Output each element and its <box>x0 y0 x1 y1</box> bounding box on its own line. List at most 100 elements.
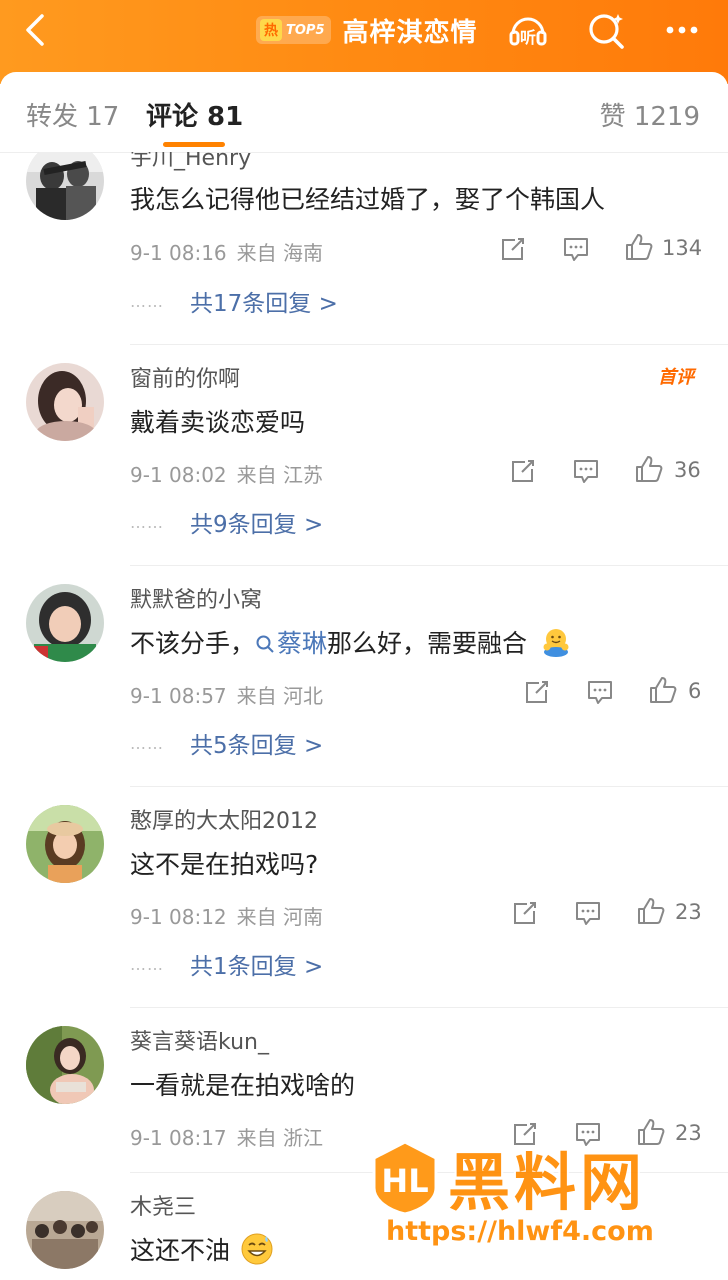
comment-meta: 9-1 08:12 来自 河南 <box>130 901 323 930</box>
avatar[interactable] <box>26 805 104 883</box>
like-count: 23 <box>675 900 702 924</box>
comment-time: 9-1 08:12 <box>130 905 227 929</box>
reply-count: 共17条回复 > <box>190 291 338 317</box>
username[interactable]: 宇川_Henry <box>130 152 251 172</box>
comment-item: 葵言葵语kun_ 一看就是在拍戏啥的 9-1 08:17 来自 浙江 23 <box>0 1008 728 1173</box>
comment-icon[interactable] <box>571 456 601 486</box>
comment-meta: 9-1 08:57 来自 河北 <box>130 680 323 709</box>
topic-title: 高梓淇恋情 <box>342 17 478 48</box>
comment-time: 9-1 08:17 <box>130 1126 227 1150</box>
comment-time: 9-1 08:16 <box>130 241 227 265</box>
comment-time: 9-1 08:57 <box>130 684 227 708</box>
like-icon[interactable] <box>624 232 654 262</box>
reply-count: 共5条回复 > <box>190 733 324 759</box>
reply-dots: …… <box>130 291 164 311</box>
comment-item: 窗前的你啊 首评 戴着卖谈恋爱吗 9-1 08:02 来自 江苏 36 …… 共… <box>0 345 728 566</box>
comment-source: 来自 江苏 <box>236 463 324 487</box>
reply-count: 共1条回复 > <box>190 954 324 980</box>
back-icon[interactable] <box>18 12 54 48</box>
refresh-search-button[interactable] <box>584 8 628 52</box>
comment-meta: 9-1 08:17 来自 浙江 <box>130 1122 323 1151</box>
comment-item: 憨厚的大太阳2012 这不是在拍戏吗? 9-1 08:12 来自 河南 23 …… <box>0 787 728 1008</box>
comment-sheet: 转发 17 评论 81 赞 1219 宇川_Henry 我怎么记得他已经结过婚了… <box>0 72 728 1280</box>
share-icon[interactable] <box>510 1119 540 1149</box>
more-button[interactable] <box>660 8 704 52</box>
username[interactable]: 默默爸的小窝 <box>130 582 262 614</box>
comment-source: 来自 浙江 <box>236 1126 324 1150</box>
username[interactable]: 葵言葵语kun_ <box>130 1024 269 1056</box>
comment-meta: 9-1 08:16 来自 海南 <box>130 237 323 266</box>
share-icon[interactable] <box>508 456 538 486</box>
like-icon[interactable] <box>636 896 666 926</box>
like-count: 6 <box>688 679 702 703</box>
hug-emoji <box>543 629 569 657</box>
like-icon[interactable] <box>634 454 664 484</box>
comment-text-main: 这还不油 <box>130 1236 231 1265</box>
comment-icon[interactable] <box>561 234 591 264</box>
share-icon[interactable] <box>510 898 540 928</box>
comment-source: 来自 海南 <box>236 241 324 265</box>
avatar[interactable] <box>26 363 104 441</box>
comment-text: 不该分手， 蔡琳那么好，需要融合 <box>130 624 571 660</box>
like-count: 36 <box>674 458 701 482</box>
hot-topic-header[interactable]: 热 TOP5 高梓淇恋情 <box>256 12 478 48</box>
tab-bar: 转发 17 评论 81 赞 1219 <box>0 72 728 152</box>
comment-text: 我怎么记得他已经结过婚了，娶了个韩国人 <box>130 185 606 214</box>
comment-icon[interactable] <box>573 898 603 928</box>
like-count: 23 <box>675 1121 702 1145</box>
username[interactable]: 窗前的你啊 <box>130 361 240 393</box>
tab-repost[interactable]: 转发 17 <box>26 96 119 133</box>
topic-name: 蔡琳 <box>277 629 328 658</box>
comment-text: 这还不油 <box>130 1231 274 1267</box>
comment-text: 这不是在拍戏吗? <box>130 850 319 879</box>
tab-likes[interactable]: 赞 1219 <box>600 96 700 133</box>
listen-icon: 听 <box>509 17 547 47</box>
active-tab-indicator <box>163 142 225 147</box>
comment-source: 来自 河南 <box>236 905 324 929</box>
comment-list[interactable]: 宇川_Henry 我怎么记得他已经结过婚了，娶了个韩国人 9-1 08:16 来自… <box>0 152 728 1280</box>
share-icon[interactable] <box>522 677 552 707</box>
comment-text: 戴着卖谈恋爱吗 <box>130 408 306 437</box>
share-icon[interactable] <box>498 234 528 264</box>
topic-link[interactable]: 蔡琳 <box>255 629 327 658</box>
reply-dots: …… <box>130 733 164 753</box>
reply-dots: …… <box>130 512 164 532</box>
rank-label: TOP5 <box>286 22 325 38</box>
listen-icon-text: 听 <box>520 28 536 47</box>
listen-button[interactable]: 听 <box>506 8 550 52</box>
hot-label: 热 <box>260 19 282 41</box>
tab-comments[interactable]: 评论 81 <box>146 96 243 133</box>
reply-link[interactable]: …… 共9条回复 > <box>130 505 323 539</box>
refresh-search-icon <box>589 14 624 49</box>
like-icon[interactable] <box>648 675 678 705</box>
comment-icon[interactable] <box>573 1119 603 1149</box>
comment-source: 来自 河北 <box>236 684 324 708</box>
reply-count: 共9条回复 > <box>190 512 324 538</box>
comment-item: 默默爸的小窝 不该分手， 蔡琳那么好，需要融合 9-1 08:57 来自 河北 <box>0 566 728 787</box>
reply-link[interactable]: …… 共1条回复 > <box>130 947 323 981</box>
avatar[interactable] <box>26 584 104 662</box>
search-icon <box>256 635 274 653</box>
avatar[interactable] <box>26 1026 104 1104</box>
comment-item: 宇川_Henry 我怎么记得他已经结过婚了，娶了个韩国人 9-1 08:16 来自… <box>0 152 728 372</box>
username[interactable]: 木尧三 <box>130 1189 196 1221</box>
username[interactable]: 憨厚的大太阳2012 <box>130 803 318 835</box>
avatar[interactable] <box>26 1191 104 1269</box>
comment-meta: 9-1 08:02 来自 江苏 <box>130 459 323 488</box>
first-comment-badge: 首评 <box>658 367 694 388</box>
more-icon <box>666 26 698 34</box>
hot-rank-badge: 热 TOP5 <box>256 16 331 44</box>
comment-text-after: 那么好，需要融合 <box>327 629 528 658</box>
reply-link[interactable]: …… 共17条回复 > <box>130 284 338 318</box>
reply-dots: …… <box>130 954 164 974</box>
reply-link[interactable]: …… 共5条回复 > <box>130 726 323 760</box>
like-icon[interactable] <box>636 1117 666 1147</box>
comment-icon[interactable] <box>585 677 615 707</box>
comment-text: 一看就是在拍戏啥的 <box>130 1071 356 1100</box>
comment-item: 木尧三 这还不油 <box>0 1173 728 1280</box>
like-count: 134 <box>662 236 703 260</box>
grin-sweat-emoji <box>241 1233 273 1265</box>
comment-time: 9-1 08:02 <box>130 463 227 487</box>
comment-text-before: 不该分手， <box>130 629 256 658</box>
avatar[interactable] <box>26 152 104 220</box>
